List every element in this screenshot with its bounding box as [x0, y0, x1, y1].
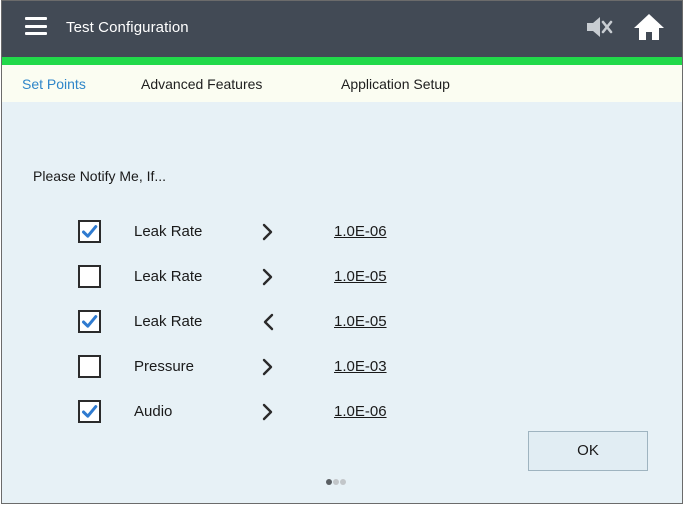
app-window: Test Configuration Set Points Advanced F…	[1, 0, 683, 504]
setpoint-value[interactable]: 1.0E-05	[334, 313, 387, 330]
setpoint-row: Leak Rate 1.0E-05	[2, 263, 682, 293]
setpoint-row: Leak Rate 1.0E-06	[2, 218, 682, 248]
less-than-icon[interactable]	[261, 312, 275, 332]
setpoint-value[interactable]: 1.0E-06	[334, 403, 387, 420]
setpoint-checkbox[interactable]	[78, 400, 101, 423]
greater-than-icon[interactable]	[261, 267, 275, 287]
setpoint-label: Leak Rate	[134, 268, 203, 285]
setpoint-label: Leak Rate	[134, 223, 203, 240]
page-indicator	[326, 472, 347, 490]
tab-bar: Set Points Advanced Features Application…	[2, 65, 682, 102]
setpoint-label: Pressure	[134, 358, 195, 375]
setpoint-checkbox[interactable]	[78, 220, 101, 243]
setpoint-row: Leak Rate 1.0E-05	[2, 308, 682, 338]
setpoint-value[interactable]: 1.0E-06	[334, 223, 387, 240]
tab-set-points[interactable]: Set Points	[22, 76, 86, 92]
page-dot[interactable]	[326, 479, 332, 485]
speaker-muted-icon[interactable]	[584, 13, 614, 41]
hamburger-menu-icon[interactable]	[25, 17, 47, 35]
page-title: Test Configuration	[66, 19, 189, 36]
setpoint-row: Pressure 1.0E-03	[2, 353, 682, 383]
tab-advanced-features[interactable]: Advanced Features	[141, 76, 262, 92]
setpoint-label: Audio	[134, 403, 173, 420]
ok-button[interactable]: OK	[528, 431, 648, 471]
setpoint-checkbox[interactable]	[78, 355, 101, 378]
greater-than-icon[interactable]	[261, 402, 275, 422]
page-dot[interactable]	[340, 479, 346, 485]
greater-than-icon[interactable]	[261, 357, 275, 377]
accent-bar	[2, 57, 682, 65]
tab-application-setup[interactable]: Application Setup	[341, 76, 450, 92]
home-icon[interactable]	[632, 12, 666, 42]
setpoint-value[interactable]: 1.0E-05	[334, 268, 387, 285]
setpoint-row: Audio 1.0E-06	[2, 398, 682, 428]
greater-than-icon[interactable]	[261, 222, 275, 242]
setpoint-label: Leak Rate	[134, 313, 203, 330]
app-header: Test Configuration	[2, 1, 682, 57]
notify-prompt: Please Notify Me, If...	[33, 168, 167, 184]
setpoint-checkbox[interactable]	[78, 310, 101, 333]
setpoint-value[interactable]: 1.0E-03	[334, 358, 387, 375]
setpoint-checkbox[interactable]	[78, 265, 101, 288]
page-dot[interactable]	[333, 479, 339, 485]
